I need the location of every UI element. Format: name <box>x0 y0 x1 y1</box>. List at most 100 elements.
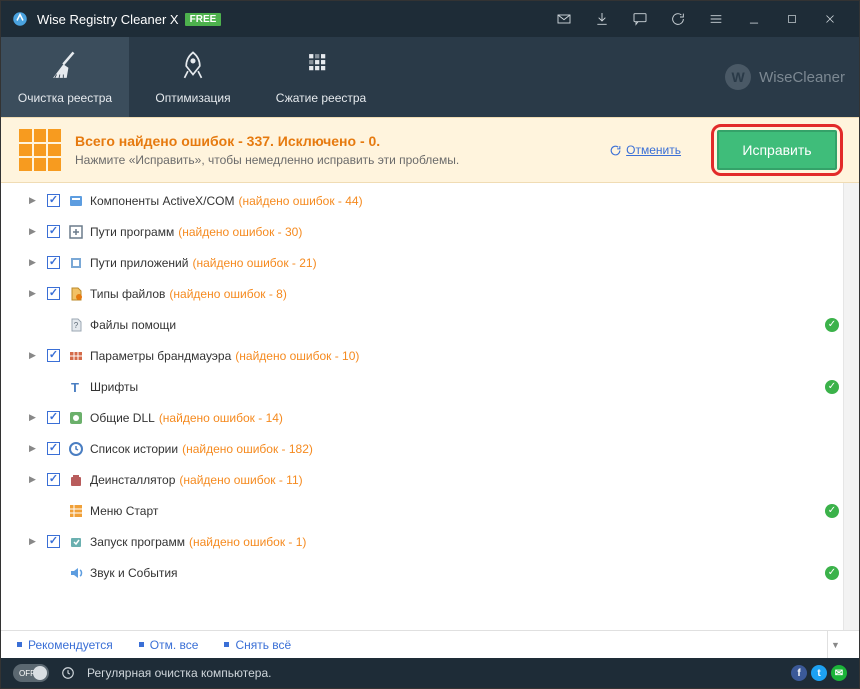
svg-text:?: ? <box>74 321 79 330</box>
main-toolbar: Очистка реестра Оптимизация Сжатие реест… <box>1 37 859 117</box>
summary-title: Всего найдено ошибок - 337. Исключено - … <box>75 133 595 149</box>
chevron-right-icon: ▶ <box>29 474 39 485</box>
list-item[interactable]: ▶Меню Старт✓ <box>1 495 859 526</box>
item-label: Параметры брандмауэра <box>90 349 231 363</box>
item-icon <box>68 534 84 550</box>
item-label: Список истории <box>90 442 178 456</box>
item-icon <box>68 565 84 581</box>
chevron-right-icon: ▶ <box>29 536 39 547</box>
tab-label: Оптимизация <box>155 91 230 105</box>
status-text: Регулярная очистка компьютера. <box>87 666 271 680</box>
item-icon <box>68 193 84 209</box>
list-item[interactable]: ▶Пути приложений(найдено ошибок - 21) <box>1 247 859 278</box>
item-icon <box>68 286 84 302</box>
chevron-right-icon: ▶ <box>29 288 39 299</box>
list-item[interactable]: ▶Звук и События✓ <box>1 557 859 588</box>
issues-list: ▶ Компоненты ActiveX/COM (найдено ошибок -… <box>1 183 859 630</box>
item-label: Общие DLL <box>90 411 155 425</box>
chevron-right-icon: ▶ <box>29 226 39 237</box>
list-item[interactable]: ▶TШрифты✓ <box>1 371 859 402</box>
chevron-right-icon: ▶ <box>29 350 39 361</box>
error-count: (найдено ошибок - 10) <box>235 349 359 363</box>
list-item[interactable]: ▶Деинсталлятор(найдено ошибок - 11) <box>1 464 859 495</box>
summary-grid-icon <box>19 129 61 171</box>
list-item[interactable]: ▶Список истории(найдено ошибок - 182) <box>1 433 859 464</box>
brand-logo[interactable]: W WiseCleaner <box>725 37 845 117</box>
list-item[interactable]: ▶ Типы файлов (найдено ошибок - 8) <box>1 278 859 309</box>
list-item[interactable]: ▶?Файлы помощи✓ <box>1 309 859 340</box>
list-item[interactable]: ▶ Параметры брандмауэра (найдено ошибок - … <box>1 340 859 371</box>
checkbox[interactable] <box>47 225 60 238</box>
checkbox[interactable] <box>47 194 60 207</box>
item-label: Меню Старт <box>90 504 158 518</box>
item-label: Файлы помощи <box>90 318 176 332</box>
list-item[interactable]: ▶ Запуск программ (найдено ошибок - 1) <box>1 526 859 557</box>
schedule-toggle[interactable]: OFF <box>13 664 49 682</box>
scroll-down-button[interactable]: ▼ <box>827 631 843 658</box>
app-logo-icon <box>11 10 29 28</box>
brand-text: WiseCleaner <box>759 69 845 86</box>
free-badge: FREE <box>185 13 222 26</box>
feedback-icon[interactable] <box>621 1 659 37</box>
checkbox[interactable] <box>47 535 60 548</box>
list-item[interactable]: ▶Компоненты ActiveX/COM(найдено ошибок -… <box>1 185 859 216</box>
rocket-icon <box>176 49 210 83</box>
error-count: (найдено ошибок - 14) <box>159 411 283 425</box>
status-bar: OFF Регулярная очистка компьютера. f t ✉ <box>1 658 859 688</box>
cancel-link[interactable]: Отменить <box>609 143 681 157</box>
error-count: (найдено ошибок - 11) <box>179 473 302 487</box>
compress-icon <box>304 49 338 83</box>
close-button[interactable] <box>811 1 849 37</box>
list-item[interactable]: ▶ Общие DLL (найдено ошибок - 14) <box>1 402 859 433</box>
brand-circle-icon: W <box>725 64 751 90</box>
app-title: Wise Registry Cleaner X <box>37 12 179 27</box>
mail-icon[interactable] <box>545 1 583 37</box>
facebook-icon[interactable]: f <box>791 665 807 681</box>
checkbox[interactable] <box>47 411 60 424</box>
item-icon <box>68 348 84 364</box>
tab-registry-clean[interactable]: Очистка реестра <box>1 37 129 117</box>
status-ok-icon: ✓ <box>825 380 839 394</box>
maximize-button[interactable] <box>773 1 811 37</box>
checkbox[interactable] <box>47 473 60 486</box>
error-count: (найдено ошибок - 21) <box>192 256 316 270</box>
twitter-icon[interactable]: t <box>811 665 827 681</box>
fix-button[interactable]: Исправить <box>717 130 837 170</box>
item-icon <box>68 441 84 457</box>
title-bar: Wise Registry Cleaner X FREE <box>1 1 859 37</box>
checkbox[interactable] <box>47 287 60 300</box>
minimize-button[interactable] <box>735 1 773 37</box>
item-icon <box>68 472 84 488</box>
checkbox[interactable] <box>47 442 60 455</box>
item-label: Запуск программ <box>90 535 185 549</box>
checkbox[interactable] <box>47 256 60 269</box>
summary-subtitle: Нажмите «Исправить», чтобы немедленно ис… <box>75 153 595 167</box>
update-icon[interactable] <box>583 1 621 37</box>
email-icon[interactable]: ✉ <box>831 665 847 681</box>
status-ok-icon: ✓ <box>825 504 839 518</box>
checkbox[interactable] <box>47 349 60 362</box>
item-label: Компоненты ActiveX/COM <box>90 194 234 208</box>
status-ok-icon: ✓ <box>825 566 839 580</box>
item-label: Пути программ <box>90 225 174 239</box>
deselect-all-link[interactable]: Снять всё <box>224 638 291 652</box>
tab-label: Сжатие реестра <box>276 91 366 105</box>
tab-label: Очистка реестра <box>18 91 112 105</box>
scrollbar[interactable] <box>843 183 859 630</box>
chevron-right-icon: ▶ <box>29 257 39 268</box>
item-label: Шрифты <box>90 380 138 394</box>
item-label: Типы файлов <box>90 287 165 301</box>
tab-optimize[interactable]: Оптимизация <box>129 37 257 117</box>
menu-icon[interactable] <box>697 1 735 37</box>
item-icon <box>68 255 84 271</box>
error-count: (найдено ошибок - 8) <box>169 287 286 301</box>
error-count: (найдено ошибок - 44) <box>238 194 362 208</box>
select-all-link[interactable]: Отм. все <box>139 638 199 652</box>
item-icon: ? <box>68 317 84 333</box>
refresh-icon[interactable] <box>659 1 697 37</box>
error-count: (найдено ошибок - 1) <box>189 535 306 549</box>
chevron-right-icon: ▶ <box>29 412 39 423</box>
recommended-link[interactable]: Рекомендуется <box>17 638 113 652</box>
tab-compact[interactable]: Сжатие реестра <box>257 37 385 117</box>
list-item[interactable]: ▶Пути программ(найдено ошибок - 30) <box>1 216 859 247</box>
